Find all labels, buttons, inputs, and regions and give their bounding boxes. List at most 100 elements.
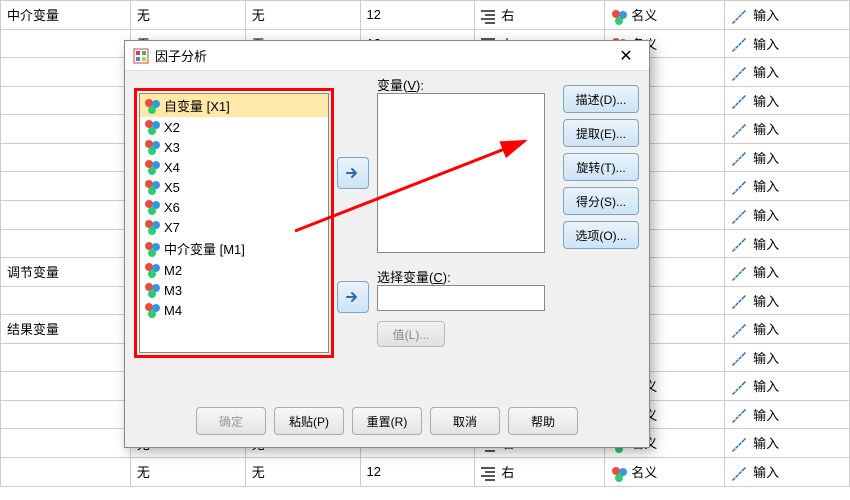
variable-label: X3: [164, 140, 180, 155]
variable-list-item[interactable]: X6: [140, 197, 328, 217]
cell[interactable]: 输入: [725, 372, 850, 401]
cell[interactable]: 中介变量: [1, 1, 131, 30]
move-to-variables-button[interactable]: [337, 157, 369, 189]
cell[interactable]: [1, 229, 131, 258]
cell[interactable]: 无: [245, 458, 360, 487]
ruler-icon: [731, 437, 747, 453]
variable-label: 中介变量 [M1]: [164, 239, 245, 258]
variable-list-item[interactable]: X7: [140, 217, 328, 237]
ruler-icon: [731, 151, 747, 167]
nominal-icon: [144, 219, 160, 235]
variable-list-item[interactable]: M4: [140, 300, 328, 320]
variable-list-item[interactable]: M2: [140, 260, 328, 280]
ruler-icon: [731, 66, 747, 82]
cell[interactable]: [1, 372, 131, 401]
arrow-right-icon: [345, 289, 361, 305]
cell[interactable]: 输入: [725, 58, 850, 87]
nominal-icon: [144, 179, 160, 195]
cell[interactable]: 右: [475, 1, 605, 30]
variables-listbox[interactable]: [377, 93, 545, 253]
cell[interactable]: 输入: [725, 315, 850, 344]
cancel-button[interactable]: 取消: [430, 407, 500, 435]
cell[interactable]: 结果变量: [1, 315, 131, 344]
variable-list-item[interactable]: X2: [140, 117, 328, 137]
cell[interactable]: [1, 429, 131, 458]
cell[interactable]: 输入: [725, 229, 850, 258]
variable-list-item[interactable]: X3: [140, 137, 328, 157]
cell[interactable]: [1, 29, 131, 58]
ruler-icon: [731, 266, 747, 282]
cell[interactable]: 右: [475, 458, 605, 487]
cell[interactable]: 输入: [725, 172, 850, 201]
cell[interactable]: 输入: [725, 86, 850, 115]
variable-list-item[interactable]: X5: [140, 177, 328, 197]
ruler-icon: [731, 37, 747, 53]
nominal-icon: [144, 199, 160, 215]
cell[interactable]: 输入: [725, 400, 850, 429]
variable-label: X2: [164, 120, 180, 135]
ruler-icon: [731, 9, 747, 25]
cell[interactable]: 输入: [725, 29, 850, 58]
cell[interactable]: 输入: [725, 429, 850, 458]
cell[interactable]: 输入: [725, 1, 850, 30]
help-button[interactable]: 帮助: [508, 407, 578, 435]
variable-list-item[interactable]: X4: [140, 157, 328, 177]
cell[interactable]: [1, 172, 131, 201]
cell[interactable]: [1, 458, 131, 487]
cell[interactable]: [1, 343, 131, 372]
table-row[interactable]: 无无12右名义输入: [1, 458, 850, 487]
ruler-icon: [731, 123, 747, 139]
ruler-icon: [731, 180, 747, 196]
nominal-icon: [144, 119, 160, 135]
cell[interactable]: 输入: [725, 286, 850, 315]
variable-label: X5: [164, 180, 180, 195]
cell[interactable]: [1, 286, 131, 315]
cell[interactable]: [1, 58, 131, 87]
variable-list-item[interactable]: M3: [140, 280, 328, 300]
cell[interactable]: 名义: [605, 1, 725, 30]
cell[interactable]: 名义: [605, 458, 725, 487]
variable-label: M2: [164, 263, 182, 278]
move-to-selection-button[interactable]: [337, 281, 369, 313]
describe-button[interactable]: 描述(D)...: [563, 85, 639, 113]
cell[interactable]: 输入: [725, 458, 850, 487]
nominal-icon: [611, 466, 627, 482]
cell[interactable]: 调节变量: [1, 258, 131, 287]
selection-variable-field[interactable]: [377, 285, 545, 311]
ok-button[interactable]: 确定: [196, 407, 266, 435]
cell[interactable]: 输入: [725, 343, 850, 372]
source-variable-list[interactable]: 自变量 [X1] X2 X3 X4 X5 X6X7 中介变量 [M1] M2 M3M4: [139, 93, 329, 353]
score-button[interactable]: 得分(S)...: [563, 187, 639, 215]
table-row[interactable]: 中介变量无无12右名义输入: [1, 1, 850, 30]
ruler-icon: [731, 209, 747, 225]
ruler-icon: [731, 294, 747, 310]
option-button[interactable]: 选项(O)...: [563, 221, 639, 249]
cell[interactable]: [1, 115, 131, 144]
selection-variable-label: 选择变量(C):: [377, 267, 451, 286]
cell[interactable]: 输入: [725, 143, 850, 172]
nominal-icon: [144, 159, 160, 175]
rotate-button[interactable]: 旋转(T)...: [563, 153, 639, 181]
cell[interactable]: 无: [130, 1, 245, 30]
cell[interactable]: [1, 200, 131, 229]
cell[interactable]: [1, 143, 131, 172]
variable-label: 自变量 [X1]: [164, 96, 230, 115]
cell[interactable]: 12: [360, 458, 475, 487]
cell[interactable]: 输入: [725, 115, 850, 144]
ruler-icon: [731, 237, 747, 253]
cell[interactable]: [1, 400, 131, 429]
extract-button[interactable]: 提取(E)...: [563, 119, 639, 147]
close-icon[interactable]: ✕: [611, 46, 641, 66]
cell[interactable]: 无: [130, 458, 245, 487]
reset-button[interactable]: 重置(R): [352, 407, 422, 435]
cell[interactable]: 输入: [725, 200, 850, 229]
paste-button[interactable]: 粘贴(P): [274, 407, 344, 435]
cell[interactable]: [1, 86, 131, 115]
variable-list-item[interactable]: 自变量 [X1]: [140, 94, 328, 117]
variable-list-item[interactable]: 中介变量 [M1]: [140, 237, 328, 260]
nominal-icon: [144, 262, 160, 278]
cell[interactable]: 无: [245, 1, 360, 30]
cell[interactable]: 12: [360, 1, 475, 30]
dialog-titlebar[interactable]: 因子分析 ✕: [125, 41, 649, 71]
cell[interactable]: 输入: [725, 258, 850, 287]
